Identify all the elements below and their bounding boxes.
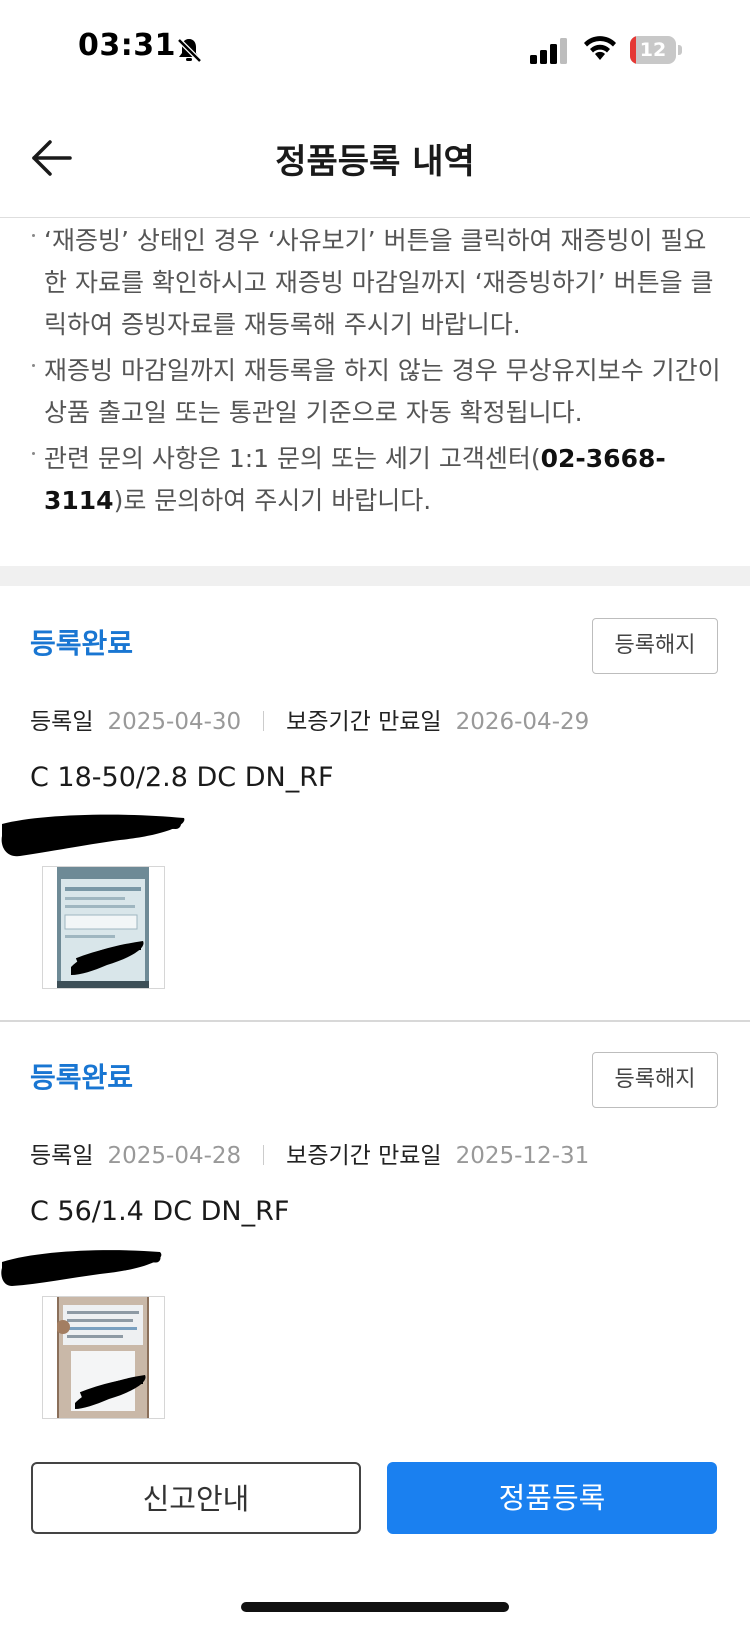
expiry-date-value: 2025-12-31: [455, 1143, 590, 1169]
registration-card: 등록완료 등록해지 등록일 2025-04-28 보증기간 만료일 2025-12-3…: [0, 1022, 750, 1442]
bell-slash-icon: [177, 38, 202, 63]
reg-date-value: 2025-04-28: [107, 1143, 242, 1169]
cancel-registration-button[interactable]: 등록해지: [592, 618, 718, 674]
cancel-registration-button[interactable]: 등록해지: [592, 1052, 718, 1108]
expiry-date-label: 보증기간 만료일: [286, 1143, 442, 1169]
notice-contact-text-end: )로 문의하여 주시기 바랍니다.: [113, 486, 432, 515]
status-bar: 03:31 12: [0, 0, 750, 100]
date-separator: [263, 1145, 265, 1165]
notice-item-resubmission: ‘재증빙’ 상태인 경우 ‘사유보기’ 버튼을 클릭하여 재증빙이 필요한 자료…: [32, 220, 724, 346]
registration-status: 등록완료: [30, 627, 134, 660]
proof-image-thumbnail[interactable]: [42, 866, 165, 989]
proof-image-thumbnail[interactable]: [42, 1296, 165, 1419]
notice-contact-text: 관련 문의 사항은 1:1 문의 또는 세기 고객센터(: [44, 444, 541, 473]
battery-level: 12: [639, 39, 667, 61]
reg-date-label: 등록일: [30, 709, 94, 735]
reg-date-label: 등록일: [30, 1143, 94, 1169]
report-guide-button[interactable]: 신고안내: [31, 1462, 361, 1534]
date-row: 등록일 2025-04-30 보증기간 만료일 2026-04-29: [30, 702, 589, 736]
battery-body: 12: [630, 36, 676, 64]
battery-icon: 12: [630, 36, 682, 64]
expiry-date-value: 2026-04-29: [455, 709, 590, 735]
notice-item-deadline: 재증빙 마감일까지 재등록을 하지 않는 경우 무상유지보수 기간이 상품 출고…: [32, 350, 724, 434]
date-separator: [263, 711, 265, 731]
battery-tip: [678, 45, 682, 55]
proof-photo: [57, 1297, 149, 1418]
registration-card: 등록완료 등록해지 등록일 2025-04-30 보증기간 만료일 2026-04-2…: [0, 586, 750, 1020]
redacted-serial: [1, 814, 185, 857]
reg-date-value: 2025-04-30: [107, 709, 242, 735]
notice-section: ‘재증빙’ 상태인 경우 ‘사유보기’ 버튼을 클릭하여 재증빙이 필요한 자료…: [0, 218, 750, 566]
notice-item-contact: 관련 문의 사항은 1:1 문의 또는 세기 고객센터(02-3668-3114…: [32, 438, 724, 522]
section-divider: [0, 566, 750, 586]
registration-status: 등록완료: [30, 1061, 134, 1094]
product-name: C 56/1.4 DC DN_RF: [30, 1196, 290, 1227]
date-row: 등록일 2025-04-28 보증기간 만료일 2025-12-31: [30, 1136, 589, 1170]
home-indicator: [241, 1602, 509, 1612]
proof-photo: [57, 867, 149, 988]
wifi-icon: [584, 36, 616, 60]
register-product-button[interactable]: 정품등록: [387, 1462, 717, 1534]
redacted-serial: [1, 1250, 162, 1286]
status-time: 03:31: [78, 28, 176, 63]
app-header: 정품등록 내역: [0, 100, 750, 218]
signal-icon: [530, 38, 567, 64]
page-title: 정품등록 내역: [275, 142, 475, 182]
product-name: C 18-50/2.8 DC DN_RF: [30, 762, 334, 793]
expiry-date-label: 보증기간 만료일: [286, 709, 442, 735]
